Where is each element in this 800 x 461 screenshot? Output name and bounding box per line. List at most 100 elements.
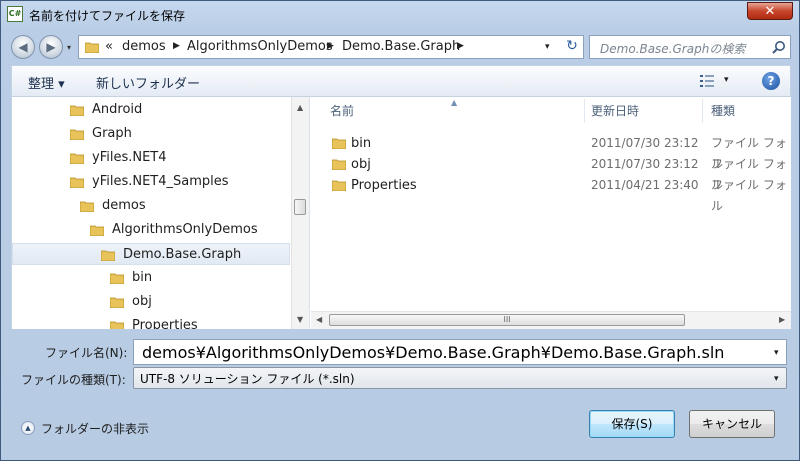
breadcrumb-separator-icon[interactable]: ▶ xyxy=(457,41,464,51)
folder-tree-pane: Android Graph yFiles.NET4 yFiles.NET4_Sa… xyxy=(11,97,309,329)
command-toolbar: 整理 ▾ 新しいフォルダー ▾ ? xyxy=(11,65,791,97)
column-header-type[interactable]: 種類 xyxy=(711,97,735,125)
save-button[interactable]: 保存(S) xyxy=(589,410,675,438)
forward-button[interactable]: ▶ xyxy=(39,35,63,59)
folder-icon xyxy=(90,225,104,236)
close-button[interactable]: ✕ xyxy=(747,2,793,20)
refresh-icon: ↻ xyxy=(566,38,578,54)
back-button[interactable]: ◀ xyxy=(11,35,35,59)
breadcrumb-demos[interactable]: demos xyxy=(122,39,166,54)
tree-item-label: Android xyxy=(92,102,143,117)
column-header-date[interactable]: 更新日時 xyxy=(591,97,639,125)
search-input[interactable]: Demo.Base.Graphの検索 xyxy=(589,35,791,59)
sort-ascending-icon: ▲ xyxy=(451,98,458,107)
scroll-right-icon[interactable]: ▶ xyxy=(779,315,785,324)
tree-item-label: obj xyxy=(132,294,152,309)
breadcrumb-overflow[interactable]: « xyxy=(105,39,113,54)
csharp-file-icon: C# xyxy=(7,6,23,22)
tree-item-android[interactable]: Android xyxy=(70,99,142,121)
breadcrumb-separator-icon[interactable]: ▶ xyxy=(173,41,180,51)
tree-item-label: yFiles.NET4 xyxy=(92,150,167,165)
title-bar: C# 名前を付けてファイルを保存 ✕ xyxy=(1,1,799,29)
file-date: 2011/07/30 23:12 xyxy=(591,157,699,171)
scroll-up-icon[interactable]: ▲ xyxy=(297,103,303,112)
tree-item-yfiles-net4-samples[interactable]: yFiles.NET4_Samples xyxy=(70,171,229,193)
folder-icon xyxy=(110,321,124,329)
file-row[interactable]: bin 2011/07/30 23:12 ファイル フォル xyxy=(310,133,791,171)
column-divider[interactable] xyxy=(702,99,703,123)
tree-item-label: demos xyxy=(102,198,146,213)
refresh-button[interactable]: ↻ xyxy=(561,35,583,59)
navigation-bar: ◀ ▶ ▾ « demos ▶ AlgorithmsOnlyDemos ▶ De… xyxy=(1,29,799,65)
change-view-icon[interactable] xyxy=(700,75,714,87)
tree-item-demo-base-graph[interactable]: Demo.Base.Graph xyxy=(12,243,290,265)
folder-icon xyxy=(332,159,346,170)
cancel-button[interactable]: キャンセル xyxy=(689,410,775,438)
recent-pages-dropdown[interactable]: ▾ xyxy=(67,43,75,52)
filename-dropdown-icon[interactable]: ▾ xyxy=(774,348,779,358)
new-folder-button[interactable]: 新しいフォルダー xyxy=(96,73,200,92)
file-name: bin xyxy=(351,136,372,151)
breadcrumb-separator-icon[interactable]: ▶ xyxy=(327,41,334,51)
folder-icon xyxy=(110,273,124,284)
folder-icon xyxy=(332,180,346,191)
tree-item-yfiles-net4[interactable]: yFiles.NET4 xyxy=(70,147,167,169)
hide-folders-label: フォルダーの非表示 xyxy=(41,422,150,436)
tree-item-properties[interactable]: Properties xyxy=(110,315,198,329)
tree-item-obj[interactable]: obj xyxy=(110,291,152,313)
scrollbar-thumb[interactable]: III xyxy=(329,314,685,326)
tree-item-label: Graph xyxy=(92,126,132,141)
file-list-pane: ▲ 名前 更新日時 種類 bin 2011/07/30 23:12 ファイル フ… xyxy=(309,97,791,329)
file-row[interactable]: obj 2011/07/30 23:12 ファイル フォル xyxy=(310,154,791,192)
file-name: obj xyxy=(351,157,371,172)
folder-icon xyxy=(80,201,94,212)
file-list-horizontal-scrollbar[interactable]: ◀ III ▶ xyxy=(311,311,791,329)
filetype-dropdown-icon[interactable]: ▾ xyxy=(774,374,779,384)
folder-icon xyxy=(70,177,84,188)
folder-icon xyxy=(101,250,115,261)
column-divider[interactable] xyxy=(584,99,585,123)
column-header-name[interactable]: 名前 xyxy=(330,97,354,125)
window-title: 名前を付けてファイルを保存 xyxy=(29,9,186,23)
tree-item-algorithmsonlydemos[interactable]: AlgorithmsOnlyDemos xyxy=(90,219,258,241)
filename-value: demos¥AlgorithmsOnlyDemos¥Demo.Base.Grap… xyxy=(142,343,725,362)
breadcrumb-demo-base-graph[interactable]: Demo.Base.Graph xyxy=(342,39,460,54)
help-icon[interactable]: ? xyxy=(762,72,780,90)
search-placeholder: Demo.Base.Graphの検索 xyxy=(600,42,746,56)
scrollbar-grip-icon: III xyxy=(503,315,511,324)
filetype-value: UTF-8 ソリューション ファイル (*.sln) xyxy=(140,372,355,386)
file-date: 2011/04/21 23:40 xyxy=(591,178,699,192)
scroll-down-icon[interactable]: ▼ xyxy=(297,315,303,324)
tree-item-bin[interactable]: bin xyxy=(110,267,152,289)
tree-item-label: yFiles.NET4_Samples xyxy=(92,174,229,189)
folder-icon xyxy=(70,153,84,164)
filetype-label: ファイルの種類(T): xyxy=(21,373,126,387)
folder-icon xyxy=(70,129,84,140)
folder-icon xyxy=(85,42,99,53)
filename-input[interactable]: demos¥AlgorithmsOnlyDemos¥Demo.Base.Grap… xyxy=(133,339,787,365)
filename-label: ファイル名(N): xyxy=(45,346,128,360)
search-icon[interactable] xyxy=(772,40,786,54)
file-row[interactable]: Properties 2011/04/21 23:40 ファイル フォル xyxy=(310,175,791,213)
filetype-select[interactable]: UTF-8 ソリューション ファイル (*.sln) ▾ xyxy=(133,367,787,389)
collapse-icon: ▲ xyxy=(21,421,35,435)
tree-vertical-scrollbar[interactable]: ▲ ▼ xyxy=(291,97,309,329)
view-options-dropdown-icon[interactable]: ▾ xyxy=(724,75,729,85)
tree-item-graph[interactable]: Graph xyxy=(70,123,132,145)
save-file-dialog: C# 名前を付けてファイルを保存 ✕ ◀ ▶ ▾ « demos ▶ Algor… xyxy=(0,0,800,461)
scrollbar-thumb[interactable] xyxy=(294,199,306,215)
file-date: 2011/07/30 23:12 xyxy=(591,136,699,150)
tree-item-demos[interactable]: demos xyxy=(80,195,146,217)
tree-item-label: Demo.Base.Graph xyxy=(123,247,242,262)
file-name: Properties xyxy=(351,178,417,193)
tree-item-label: bin xyxy=(132,270,153,285)
file-type: ファイル フォル xyxy=(711,178,787,213)
scroll-left-icon[interactable]: ◀ xyxy=(316,315,322,324)
tree-item-label: AlgorithmsOnlyDemos xyxy=(112,222,258,237)
organize-button[interactable]: 整理 ▾ xyxy=(28,73,65,92)
folder-icon xyxy=(332,138,346,149)
address-bar[interactable]: « demos ▶ AlgorithmsOnlyDemos ▶ Demo.Bas… xyxy=(78,35,584,59)
address-dropdown-icon[interactable]: ▾ xyxy=(545,42,550,52)
back-arrow-icon: ◀ xyxy=(18,40,28,54)
breadcrumb-algorithmsonlydemos[interactable]: AlgorithmsOnlyDemos xyxy=(187,39,333,54)
